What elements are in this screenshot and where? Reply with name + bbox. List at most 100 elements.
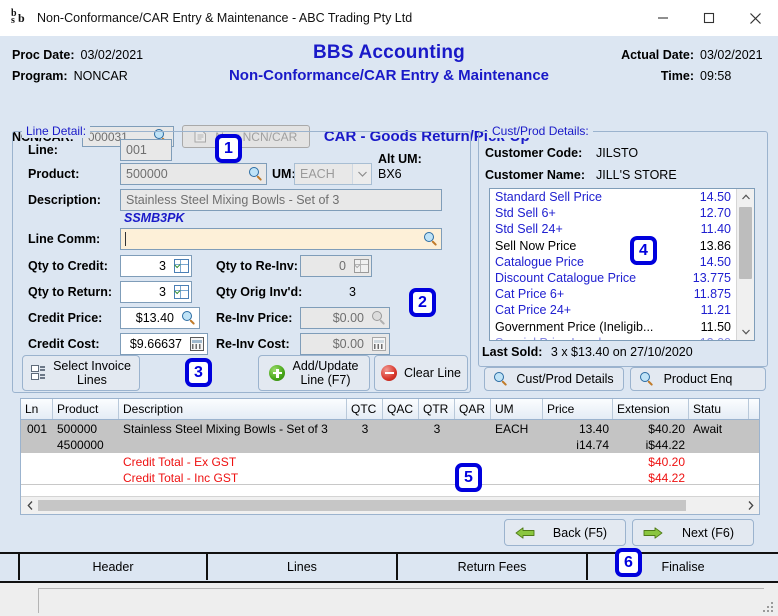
qty-to-credit-label: Qty to Credit: <box>28 259 108 273</box>
back-button-label: Back (F5) <box>552 525 608 540</box>
price-list-item[interactable]: Catalogue Price 14.50 <box>490 254 737 270</box>
application-window: bbs Non-Conformance/CAR Entry & Maintena… <box>0 0 778 616</box>
resize-grip[interactable] <box>763 602 775 614</box>
alt-um-value: BX6 <box>378 167 402 181</box>
table-cell: 3 <box>361 422 369 436</box>
grid-column-header[interactable]: Ln <box>21 399 53 419</box>
close-icon[interactable] <box>732 0 778 36</box>
grid-column-header[interactable]: Price <box>543 399 613 419</box>
program-value: NONCAR <box>73 68 128 83</box>
tab-lines[interactable]: Lines <box>208 554 398 580</box>
price-list-item-name: Cat Price 24+ <box>495 303 572 318</box>
product-input[interactable]: 500000 <box>120 163 267 185</box>
scrollbar-thumb[interactable] <box>739 207 752 279</box>
callout-2: 2 <box>409 288 436 317</box>
list-icon <box>31 365 46 381</box>
price-list-item[interactable]: Sell Now Price 13.86 <box>490 238 737 254</box>
product-search-icon[interactable] <box>246 164 266 184</box>
table-row[interactable]: 001 500000 4500000 Stainless Steel Mixing B… <box>21 420 759 453</box>
grid-column-header[interactable]: QAC <box>383 399 419 419</box>
grid-column-header[interactable]: QTR <box>419 399 455 419</box>
scroll-left-icon[interactable] <box>21 498 38 514</box>
lines-grid[interactable]: Ln Product Description QTC QAC QTR QAR UM Price E… <box>20 398 760 515</box>
price-list[interactable]: Standard Sell Price 14.50 Std Sell 6+ 12.70… <box>489 188 755 341</box>
grid-horizontal-scrollbar[interactable] <box>21 496 759 514</box>
select-invoice-lines-label-line1: Select Invoice <box>53 359 131 373</box>
back-button[interactable]: Back (F5) <box>504 519 626 546</box>
credit-cost-input[interactable]: $9.66637 <box>120 333 208 355</box>
clear-line-button[interactable]: Clear Line <box>374 355 468 391</box>
bbs-logo-icon: bbs <box>11 8 25 26</box>
price-list-item[interactable]: Cat Price 6+ 11.875 <box>490 286 737 302</box>
price-list-item[interactable]: Std Sell 24+ 11.40 <box>490 221 737 237</box>
hscroll-track[interactable] <box>38 499 742 512</box>
price-list-item-name: Catalogue Price <box>495 254 584 269</box>
um-select[interactable]: EACH <box>294 163 372 185</box>
qty-to-credit-picker-icon[interactable] <box>171 256 191 276</box>
status-panel <box>38 588 764 613</box>
hscroll-thumb[interactable] <box>38 500 686 511</box>
time-label: Time: <box>660 68 694 83</box>
add-update-line-label-line2: Line (F7) <box>300 373 351 387</box>
plus-circle-icon <box>269 365 286 381</box>
price-list-item-partial[interactable]: Special Price Level12.00 <box>490 335 737 340</box>
credit-cost-calculator-icon[interactable] <box>187 334 207 354</box>
tab-lines-label: Lines <box>287 560 317 574</box>
price-list-item[interactable]: Std Sell 6+ 12.70 <box>490 205 737 221</box>
line-comm-search-icon[interactable] <box>421 229 441 249</box>
price-list-item[interactable]: Cat Price 24+ 11.21 <box>490 302 737 318</box>
header-left-info: Proc Date: 03/02/2021 Program: NONCAR <box>12 44 143 86</box>
scroll-right-icon[interactable] <box>742 498 759 514</box>
qty-to-credit-input[interactable]: 3 <box>120 255 192 277</box>
line-comm-input[interactable] <box>120 228 442 250</box>
grid-column-header[interactable]: Statu <box>689 399 749 419</box>
grid-column-header[interactable]: Description <box>119 399 347 419</box>
price-list-item[interactable]: Standard Sell Price 14.50 <box>490 189 737 205</box>
select-invoice-lines-button[interactable]: Select Invoice Lines <box>22 355 140 391</box>
price-list-scrollbar[interactable] <box>736 189 754 340</box>
price-list-rows: Standard Sell Price 14.50 Std Sell 6+ 12.70… <box>490 189 737 340</box>
description-label: Description: <box>28 193 101 207</box>
price-list-item[interactable]: Discount Catalogue Price 13.775 <box>490 270 737 286</box>
product-enq-button[interactable]: Product Enq <box>630 367 766 391</box>
cust-prod-legend: Cust/Prod Details: <box>488 124 593 138</box>
minimize-icon[interactable] <box>640 0 686 36</box>
product-code-text: SSMB3PK <box>124 211 185 225</box>
add-update-line-button[interactable]: Add/Update Line (F7) <box>258 355 370 391</box>
grid-column-header[interactable]: Product <box>53 399 119 419</box>
next-button[interactable]: Next (F6) <box>632 519 754 546</box>
qty-to-reinv-picker-icon <box>351 256 371 276</box>
cust-prod-details-button[interactable]: Cust/Prod Details <box>484 367 624 391</box>
qty-to-return-picker-icon[interactable] <box>171 282 191 302</box>
grid-column-header[interactable]: Extension <box>613 399 689 419</box>
chevron-down-icon[interactable] <box>352 164 371 184</box>
um-value: EACH <box>300 167 335 181</box>
qty-to-return-input[interactable]: 3 <box>120 281 192 303</box>
grid-column-header[interactable]: QTC <box>347 399 383 419</box>
grid-body: 001 500000 4500000 Stainless Steel Mixing B… <box>21 420 759 497</box>
grid-column-header[interactable]: QAR <box>455 399 491 419</box>
product-label: Product: <box>28 167 80 181</box>
table-cell <box>455 420 491 437</box>
qty-to-credit-value: 3 <box>159 259 166 273</box>
credit-price-search-icon[interactable] <box>179 308 199 328</box>
tab-header[interactable]: Header <box>18 554 208 580</box>
reinv-price-value: $0.00 <box>332 311 364 325</box>
customer-code-label: Customer Code: <box>485 146 583 160</box>
tab-return-fees[interactable]: Return Fees <box>398 554 588 580</box>
scroll-up-icon[interactable] <box>737 189 754 205</box>
cust-prod-details-label: Cust/Prod Details <box>516 372 614 386</box>
price-list-item[interactable]: Government Price (Ineligib... 11.50 <box>490 319 737 335</box>
scroll-down-icon[interactable] <box>737 324 754 340</box>
last-sold-label: Last Sold: <box>482 345 543 359</box>
qty-to-reinv-label: Qty to Re-Inv: <box>216 259 298 273</box>
price-list-item-value: 14.50 <box>699 254 731 269</box>
price-list-item-name: Discount Catalogue Price <box>495 271 637 286</box>
time-value: 09:58 <box>700 68 732 83</box>
table-cell: 13.40 i14.74 <box>576 422 609 452</box>
grid-column-header[interactable]: UM <box>491 399 543 419</box>
maximize-icon[interactable] <box>686 0 732 36</box>
last-sold-info: Last Sold: 3 x $13.40 on 27/10/2020 <box>482 345 693 359</box>
tab-strip: Header Lines Return Fees Finalise <box>0 552 778 581</box>
credit-price-input[interactable]: $13.40 <box>120 307 200 329</box>
